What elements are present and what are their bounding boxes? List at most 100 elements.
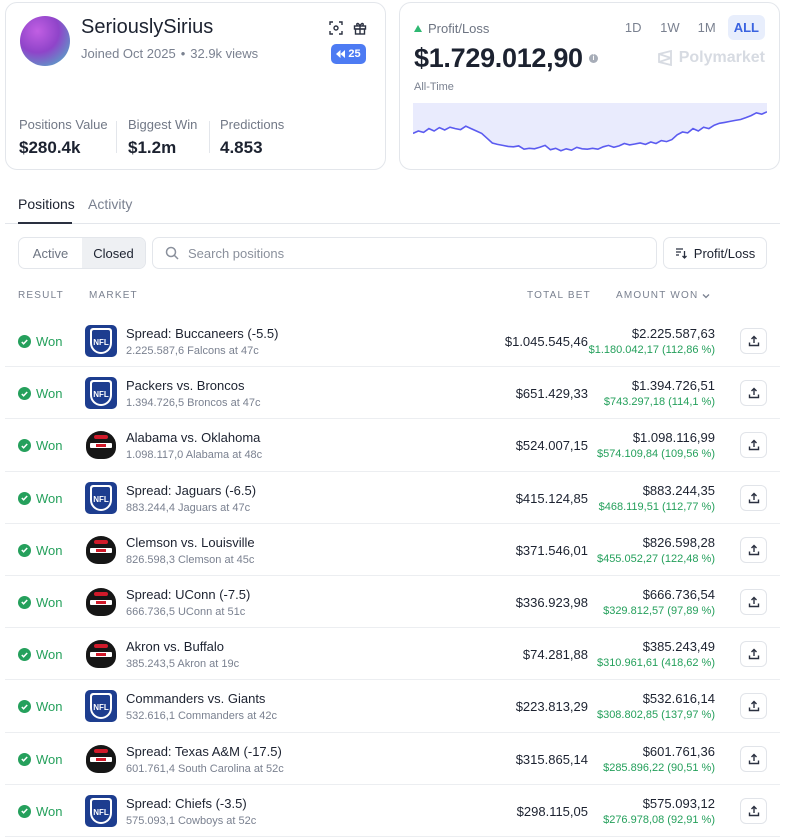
search-icon	[165, 246, 179, 260]
scan-icon[interactable]	[328, 20, 344, 36]
market-title[interactable]: Alabama vs. Oklahoma	[126, 430, 260, 445]
stat-label: Biggest Win	[128, 117, 198, 132]
result-label: Won	[36, 594, 63, 610]
table-row[interactable]: Won Spread: Texas A&M (-17.5) 601.761,4 …	[5, 733, 780, 785]
nfl-shield: NFL	[90, 484, 112, 511]
check-icon	[18, 335, 31, 348]
sort-icon	[675, 248, 687, 259]
nfl-logo: NFL	[85, 794, 117, 827]
result-label: Won	[36, 386, 63, 402]
share-button[interactable]	[740, 380, 767, 407]
pnl-label: Profit/Loss	[414, 21, 489, 36]
range-tab-all[interactable]: ALL	[727, 15, 765, 40]
market-title[interactable]: Spread: Texas A&M (-17.5)	[126, 744, 282, 759]
share-button[interactable]	[740, 641, 767, 668]
joined-date: Joined Oct 2025	[81, 46, 176, 61]
result-label: Won	[36, 334, 63, 349]
nfl-logo: NFL	[85, 690, 117, 723]
market-title[interactable]: Spread: UConn (-7.5)	[126, 587, 250, 602]
profit-gain: $276.978,08 (92,91 %)	[603, 813, 715, 826]
info-icon[interactable]: i	[588, 54, 598, 63]
pnl-value: $1.729.012,90 i	[414, 43, 598, 74]
total-bet: $315.865,14	[515, 751, 588, 767]
profit-gain: $285.896,22 (90,51 %)	[603, 761, 715, 774]
total-bet: $336.923,98	[515, 594, 588, 610]
stat-positions-value: Positions Value $280.4k	[19, 117, 108, 158]
check-icon	[18, 700, 31, 714]
share-button[interactable]	[740, 588, 767, 615]
filter-active-button[interactable]: Active	[19, 238, 82, 268]
share-button[interactable]	[740, 328, 767, 354]
table-row[interactable]: Won Spread: UConn (-7.5) 666.736,5 UConn…	[5, 576, 780, 629]
result-label: Won	[36, 751, 63, 767]
stat-predictions: Predictions 4.853	[220, 117, 284, 158]
share-button[interactable]	[740, 536, 767, 563]
amount-won: $826.598,28	[642, 534, 715, 550]
stat-label: Positions Value	[19, 117, 108, 132]
tab-positions[interactable]: Positions	[18, 196, 75, 212]
table-row[interactable]: Won NFL Packers vs. Broncos 1.394.726,5 …	[5, 367, 780, 420]
market-title[interactable]: Commanders vs. Giants	[126, 691, 265, 706]
table-row[interactable]: Won Akron vs. Buffalo 385.243,5 Akron at…	[5, 628, 780, 681]
stat-label: Predictions	[220, 117, 285, 132]
table-row[interactable]: Won NFL Spread: Buccaneers (-5.5) 2.225.…	[5, 315, 780, 368]
result-cell: Won	[18, 386, 63, 401]
share-button[interactable]	[740, 693, 767, 720]
result-label: Won	[36, 542, 63, 558]
nfl-logo-text: NFL	[92, 799, 110, 822]
market-subtitle: 883.244,4 Jaguars at 47c	[126, 501, 251, 514]
amount-won: $1.394.726,51	[631, 378, 715, 394]
gift-icon[interactable]	[352, 20, 368, 36]
rewind-icon	[336, 50, 346, 58]
helmet-mark	[86, 744, 116, 773]
share-button[interactable]	[740, 745, 767, 772]
nfl-logo: NFL	[85, 481, 117, 514]
range-tab-1d[interactable]: 1D	[618, 15, 648, 40]
profit-gain: $1.180.042,17 (112,86 %)	[588, 344, 715, 356]
profit-loss-card: Profit/Loss 1D 1W 1M ALL $1.729.012,90 i…	[399, 2, 780, 170]
check-icon	[18, 804, 31, 818]
market-title[interactable]: Clemson vs. Louisville	[126, 535, 255, 550]
share-button[interactable]	[740, 797, 767, 824]
result-cell: Won	[18, 595, 63, 610]
stat-value: 4.853	[220, 138, 263, 157]
nfl-logo: NFL	[85, 325, 117, 357]
share-button[interactable]	[740, 432, 767, 459]
tab-activity[interactable]: Activity	[88, 196, 132, 212]
avatar[interactable]	[20, 16, 70, 66]
sort-label: Profit/Loss	[693, 245, 756, 261]
share-icon	[748, 544, 759, 555]
header-total-bet[interactable]: Total Bet	[527, 290, 591, 301]
helmet-mark	[86, 535, 116, 564]
header-amount-won[interactable]: Amount Won	[616, 290, 710, 301]
table-row[interactable]: Won NFL Commanders vs. Giants 532.616,1 …	[5, 680, 780, 733]
rank-badge[interactable]: 25	[331, 44, 366, 64]
market-title[interactable]: Spread: Chiefs (-3.5)	[126, 796, 247, 811]
amount-won: $666.736,54	[642, 586, 715, 602]
positions-table: Won NFL Spread: Buccaneers (-5.5) 2.225.…	[5, 315, 780, 837]
meta-separator: •	[180, 46, 186, 61]
amount-won: $601.761,36	[642, 743, 715, 759]
table-row[interactable]: Won Clemson vs. Louisville 826.598,3 Cle…	[5, 524, 780, 576]
result-label: Won	[36, 647, 63, 663]
share-button[interactable]	[740, 484, 767, 511]
table-row[interactable]: Won Alabama vs. Oklahoma 1.098.117,0 Ala…	[5, 419, 780, 472]
sort-button[interactable]: Profit/Loss	[663, 237, 767, 269]
range-tab-1w[interactable]: 1W	[654, 15, 686, 40]
market-title[interactable]: Spread: Buccaneers (-5.5)	[126, 326, 278, 341]
market-title[interactable]: Spread: Jaguars (-6.5)	[126, 483, 256, 498]
amount-won: $532.616,14	[642, 691, 715, 707]
total-bet: $651.429,33	[515, 386, 588, 402]
market-title[interactable]: Packers vs. Broncos	[126, 378, 245, 393]
table-row[interactable]: Won NFL Spread: Jaguars (-6.5) 883.244,4…	[5, 472, 780, 524]
stat-value: $1.2m	[128, 138, 177, 157]
range-tab-1m[interactable]: 1M	[692, 15, 722, 40]
table-row[interactable]: Won NFL Spread: Chiefs (-3.5) 575.093,1 …	[5, 785, 780, 837]
check-icon	[18, 648, 31, 662]
brand-name: Polymarket	[678, 49, 765, 66]
search-input[interactable]	[188, 245, 648, 261]
market-title[interactable]: Akron vs. Buffalo	[126, 639, 224, 654]
share-icon	[748, 387, 759, 399]
college-football-logo	[85, 585, 117, 618]
filter-closed-button[interactable]: Closed	[82, 238, 145, 268]
